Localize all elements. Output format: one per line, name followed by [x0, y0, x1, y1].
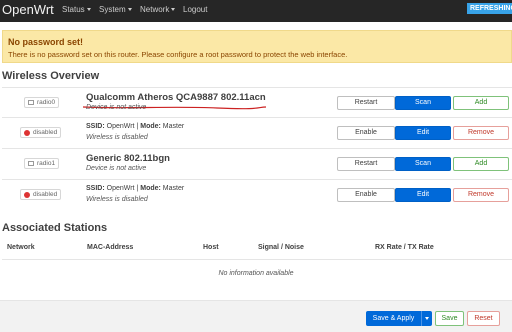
- alert-title: No password set!: [8, 37, 84, 47]
- ssid-label: SSID:: [86, 123, 105, 130]
- menu-network[interactable]: Network: [140, 5, 176, 14]
- disabled-badge: disabled: [20, 189, 62, 200]
- ssid-value: OpenWrt: [106, 123, 135, 130]
- wireless-row-network-2: disabled SSID: OpenWrt | Mode: Master Wi…: [2, 179, 512, 209]
- disabled-status-icon: [24, 130, 30, 136]
- no-password-alert: No password set! There is no password se…: [2, 30, 512, 63]
- enable-button[interactable]: Enable: [337, 188, 395, 202]
- wireless-device-icon: [28, 161, 34, 166]
- save-apply-split-button: Save & Apply: [366, 311, 432, 326]
- wireless-overview-title: Wireless Overview: [2, 70, 100, 82]
- remove-button[interactable]: Remove: [453, 188, 509, 202]
- brand-logo[interactable]: OpenWrt: [2, 2, 54, 17]
- column-header-network: Network: [7, 244, 35, 251]
- alert-text: There is no password set on this router.…: [8, 50, 348, 59]
- column-header-host: Host: [203, 244, 219, 251]
- column-header-mac: MAC-Address: [87, 244, 134, 251]
- wireless-row-radio1: radio1 Generic 802.11bgn Device is not a…: [2, 148, 512, 178]
- network-status: Wireless is disabled: [86, 196, 148, 203]
- caret-down-icon: [127, 8, 132, 11]
- device-status: Device is not active: [86, 104, 147, 111]
- wireless-device-icon: [28, 100, 34, 105]
- enable-button[interactable]: Enable: [337, 126, 395, 140]
- scan-button[interactable]: Scan: [395, 96, 451, 110]
- column-header-rate: RX Rate / TX Rate: [375, 244, 434, 251]
- disabled-badge-label: disabled: [33, 191, 58, 198]
- save-apply-dropdown-toggle[interactable]: [422, 311, 432, 326]
- device-status: Device is not active: [86, 165, 147, 172]
- menu-status-label: Status: [62, 5, 85, 14]
- save-apply-button[interactable]: Save & Apply: [366, 311, 422, 326]
- refreshing-badge[interactable]: REFRESHING: [467, 3, 512, 14]
- stations-table-header: Network MAC-Address Host Signal / Noise …: [2, 239, 512, 260]
- column-header-signal: Signal / Noise: [258, 244, 304, 251]
- device-badge: radio0: [24, 97, 60, 108]
- ssid-value: OpenWrt: [106, 185, 135, 192]
- ssid-label: SSID:: [86, 185, 105, 192]
- ssid-mode-line: SSID: OpenWrt | Mode: Master: [86, 123, 185, 130]
- mode-label: Mode:: [140, 185, 161, 192]
- wireless-row-radio0: radio0 Qualcomm Atheros QCA9887 802.11ac…: [2, 87, 512, 117]
- menu-network-label: Network: [140, 5, 170, 14]
- disabled-status-icon: [24, 192, 30, 198]
- save-button[interactable]: Save: [435, 311, 464, 326]
- restart-button[interactable]: Restart: [337, 157, 395, 171]
- mode-value: Master: [162, 185, 185, 192]
- menu-logout[interactable]: Logout: [183, 5, 207, 14]
- mode-value: Master: [162, 123, 185, 130]
- device-badge: radio1: [24, 158, 60, 169]
- menu-system[interactable]: System: [99, 5, 132, 14]
- stations-empty-text: No information available: [218, 270, 294, 277]
- remove-button[interactable]: Remove: [453, 126, 509, 140]
- device-badge-label: radio0: [37, 99, 56, 106]
- add-button[interactable]: Add: [453, 96, 509, 110]
- edit-button[interactable]: Edit: [395, 126, 451, 140]
- caret-down-icon: [171, 8, 176, 11]
- menu-status[interactable]: Status: [62, 5, 91, 14]
- caret-down-icon: [86, 8, 91, 11]
- reset-button[interactable]: Reset: [467, 311, 500, 326]
- wireless-row-network-1: disabled SSID: OpenWrt | Mode: Master Wi…: [2, 117, 512, 147]
- associated-stations-title: Associated Stations: [2, 222, 108, 234]
- network-status: Wireless is disabled: [86, 134, 148, 141]
- page-footer: Save & Apply Save Reset: [0, 300, 512, 332]
- device-title: Generic 802.11bgn: [86, 153, 170, 164]
- device-badge-label: radio1: [37, 160, 56, 167]
- disabled-badge: disabled: [20, 127, 62, 138]
- scan-button[interactable]: Scan: [395, 157, 451, 171]
- menu-system-label: System: [99, 5, 126, 14]
- caret-down-icon: [425, 317, 429, 320]
- disabled-badge-label: disabled: [33, 129, 58, 136]
- top-navbar: OpenWrt Status System Network Logout REF…: [0, 0, 512, 22]
- mode-label: Mode:: [140, 123, 161, 130]
- device-title: Qualcomm Atheros QCA9887 802.11acn: [86, 92, 266, 103]
- edit-button[interactable]: Edit: [395, 188, 451, 202]
- menu-logout-label: Logout: [183, 5, 208, 14]
- ssid-mode-line: SSID: OpenWrt | Mode: Master: [86, 185, 185, 192]
- restart-button[interactable]: Restart: [337, 96, 395, 110]
- add-button[interactable]: Add: [453, 157, 509, 171]
